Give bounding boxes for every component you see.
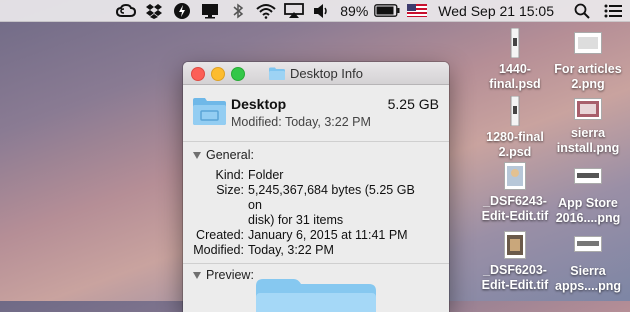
creative-cloud-icon[interactable] bbox=[112, 0, 140, 22]
folder-icon bbox=[269, 67, 285, 80]
us-flag-icon[interactable] bbox=[402, 0, 432, 22]
window-titlebar[interactable]: Desktop Info bbox=[183, 62, 449, 85]
battery-percentage[interactable]: 89% bbox=[336, 3, 372, 19]
desktop-file-sierra-apps-png[interactable]: Sierra apps....png bbox=[546, 236, 630, 294]
window-title: Desktop Info bbox=[290, 65, 363, 81]
minimize-button[interactable] bbox=[211, 67, 225, 81]
desktop-file-dsf6203-tif[interactable]: _DSF6203- Edit-Edit.tif bbox=[473, 231, 557, 293]
size-row: Size: 5,245,367,684 bytes (5.25 GB on disk… bbox=[183, 183, 449, 228]
tif-file-icon bbox=[504, 162, 526, 190]
desktop-icon-label: 1280-final 2.psd bbox=[486, 130, 544, 159]
png-file-icon bbox=[574, 168, 602, 184]
folder-icon bbox=[193, 98, 226, 125]
png-file-icon bbox=[574, 236, 602, 252]
zoom-button[interactable] bbox=[231, 67, 245, 81]
item-size-summary: 5.25 GB bbox=[387, 96, 439, 112]
kind-value: Folder bbox=[248, 168, 284, 182]
desktop-icon-label: _DSF6243- Edit-Edit.tif bbox=[481, 194, 549, 223]
desktop-file-app-store-png[interactable]: App Store 2016....png bbox=[546, 168, 630, 226]
kind-row: Kind: Folder bbox=[183, 168, 449, 183]
png-file-icon bbox=[574, 98, 602, 120]
disclosure-triangle-icon[interactable] bbox=[193, 151, 201, 159]
modified-row: Modified: Today, 3:22 PM bbox=[183, 243, 449, 258]
info-window: Desktop Info Desktop 5.25 GB Modified: T… bbox=[183, 62, 449, 312]
battery-icon[interactable] bbox=[372, 0, 402, 22]
png-file-icon bbox=[574, 32, 602, 54]
menu-clock[interactable]: Wed Sep 21 15:05 bbox=[432, 3, 568, 19]
bolt-icon[interactable] bbox=[168, 0, 196, 22]
psd-file-icon bbox=[510, 96, 520, 126]
psd-file-icon bbox=[510, 28, 520, 58]
display-icon[interactable] bbox=[196, 0, 224, 22]
item-name: Desktop bbox=[231, 96, 287, 112]
menu-bar: 89% Wed Sep 21 15:05 bbox=[0, 0, 630, 22]
list-icon[interactable] bbox=[596, 0, 630, 22]
desktop-file-1440-final-psd[interactable]: 1440- final.psd bbox=[473, 28, 557, 92]
desktop-file-1280-final-2-psd[interactable]: 1280-final 2.psd bbox=[473, 96, 557, 160]
size-value: 5,245,367,684 bytes (5.25 GB on disk) for… bbox=[248, 183, 415, 227]
general-section-header[interactable]: General: bbox=[183, 145, 449, 165]
dropbox-icon[interactable] bbox=[140, 0, 168, 22]
info-header: Desktop 5.25 GB Modified: Today, 3:22 PM bbox=[183, 85, 449, 142]
preview-section: Preview: bbox=[183, 265, 449, 312]
desktop-file-for-articles-png[interactable]: For articles 2.png bbox=[546, 28, 630, 92]
desktop-icon-label: sierra install.png bbox=[556, 126, 620, 155]
modified-summary: Modified: Today, 3:22 PM bbox=[231, 115, 371, 129]
desktop-file-sierra-install-png[interactable]: sierra install.png bbox=[546, 98, 630, 156]
search-icon[interactable] bbox=[568, 0, 596, 22]
created-value: January 6, 2015 at 11:41 PM bbox=[248, 228, 408, 242]
airplay-icon[interactable] bbox=[280, 0, 308, 22]
desktop-icon-label: For articles 2.png bbox=[554, 62, 622, 91]
desktop-file-dsf6243-tif[interactable]: _DSF6243- Edit-Edit.tif bbox=[473, 162, 557, 224]
desktop-icon-label: _DSF6203- Edit-Edit.tif bbox=[481, 263, 549, 292]
modified-value: Today, 3:22 PM bbox=[248, 243, 334, 257]
folder-preview-icon bbox=[256, 279, 376, 312]
volume-icon[interactable] bbox=[308, 0, 336, 22]
close-button[interactable] bbox=[191, 67, 205, 81]
desktop-icon-label: App Store 2016....png bbox=[555, 196, 621, 225]
bluetooth-icon[interactable] bbox=[224, 0, 252, 22]
wifi-icon[interactable] bbox=[252, 0, 280, 22]
disclosure-triangle-icon[interactable] bbox=[193, 271, 201, 279]
general-section: General: Kind: Folder Size: 5,245,367,684 … bbox=[183, 145, 449, 264]
created-row: Created: January 6, 2015 at 11:41 PM bbox=[183, 228, 449, 243]
desktop-icon-label: 1440- final.psd bbox=[489, 62, 541, 91]
tif-file-icon bbox=[504, 231, 526, 259]
desktop-icon-label: Sierra apps....png bbox=[555, 264, 621, 293]
